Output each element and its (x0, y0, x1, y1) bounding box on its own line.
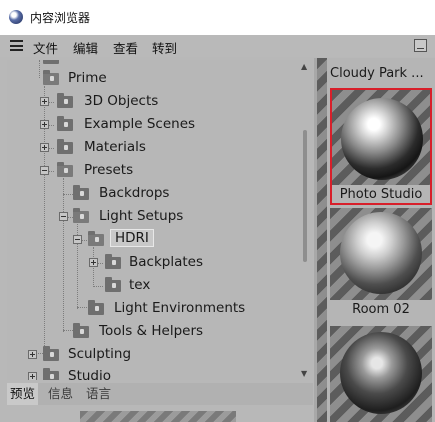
locked-folder-icon (57, 139, 73, 154)
tree-item-backdrops[interactable]: Backdrops (7, 183, 307, 205)
folder-open-icon (43, 70, 59, 85)
scroll-down-arrow-icon[interactable]: ▼ (301, 369, 307, 378)
locked-folder-icon (73, 208, 89, 223)
tree-item-label: 3D Objects (84, 93, 159, 109)
thumbnail-image (330, 326, 432, 422)
menu-file[interactable]: 文件 (33, 38, 58, 57)
tab-preview[interactable]: 预览 (7, 383, 39, 405)
thumbnail-photo-studio[interactable]: Photo Studio (330, 88, 432, 205)
collapse-icon[interactable] (40, 166, 49, 175)
tree-item-tex[interactable]: tex (7, 275, 307, 297)
folder-icon (43, 60, 59, 64)
expand-icon[interactable] (28, 372, 37, 380)
tree-item-studio[interactable]: Studio (7, 366, 307, 380)
folder-tree: Prime 3D Objects Example Scenes Material… (7, 60, 313, 380)
tree-item-label: Presets (84, 162, 134, 178)
menu-view[interactable]: 查看 (113, 38, 138, 57)
locked-folder-icon (88, 300, 104, 315)
thumbnail-image (330, 208, 432, 300)
tree-item-example-scenes[interactable]: Example Scenes (7, 114, 307, 136)
cinema4d-logo-icon (9, 10, 23, 24)
tree-item-light-setups[interactable]: Light Setups (7, 206, 307, 228)
tree-item-prime[interactable]: Prime (7, 68, 307, 90)
thumbnail-room-02[interactable]: Room 02 (330, 208, 432, 322)
tree-item-label: Studio (68, 368, 111, 380)
expand-icon[interactable] (40, 97, 49, 106)
tree-item-label: Materials (84, 139, 146, 155)
tree-item-3d-objects[interactable]: 3D Objects (7, 91, 307, 113)
locked-folder-icon (105, 254, 121, 269)
tree-item-label: tex (129, 277, 151, 293)
locked-folder-icon (88, 231, 104, 246)
tree-item-label: Prime (68, 70, 107, 86)
content-browser-window: 内容浏览器 文件 编辑 查看 转到 Prime 3D Objects Examp… (0, 0, 435, 422)
tree-item-label: Backplates (129, 254, 203, 270)
thumbnail-image: Photo Studio (332, 90, 430, 203)
tree-item-sculpting[interactable]: Sculpting (7, 344, 307, 366)
tree-item-materials[interactable]: Materials (7, 137, 307, 159)
minimize-panel-icon[interactable] (414, 39, 427, 52)
expand-icon[interactable] (89, 258, 98, 267)
locked-folder-icon (57, 116, 73, 131)
locked-folder-icon (57, 93, 73, 108)
preview-image (80, 411, 236, 422)
expand-icon[interactable] (40, 143, 49, 152)
tab-language[interactable]: 语言 (83, 383, 114, 405)
menu-bar: 文件 编辑 查看 转到 (0, 35, 435, 57)
locked-folder-icon (43, 368, 59, 380)
locked-folder-icon (57, 162, 73, 177)
bottom-tab-bar: 预览 信息 语言 (7, 383, 313, 405)
tree-item-label: Tools & Helpers (99, 323, 204, 339)
thumbnail-grid: Cloudy Park ... Photo Studio Room 02 (317, 58, 435, 422)
thumbnail-partial[interactable] (317, 58, 327, 422)
hamburger-icon[interactable] (10, 40, 23, 51)
tree-item-presets[interactable]: Presets (7, 160, 307, 182)
locked-folder-icon (43, 346, 59, 361)
hdri-sphere-preview (341, 98, 423, 180)
tree-scrollbar[interactable]: ▲ ▼ (300, 62, 310, 378)
menu-goto[interactable]: 转到 (152, 38, 177, 57)
locked-folder-icon (73, 185, 89, 200)
thumbnail-cloudy-park[interactable]: Cloudy Park ... (330, 58, 432, 84)
thumbnail-label: Photo Studio (339, 187, 423, 202)
tree-item-backplates[interactable]: Backplates (7, 252, 307, 274)
locked-folder-icon (105, 277, 121, 292)
tree-item-tools-helpers[interactable]: Tools & Helpers (7, 321, 307, 343)
title-bar: 内容浏览器 (0, 0, 435, 35)
locked-folder-icon (73, 323, 89, 338)
thumbnail-hdri[interactable] (330, 326, 432, 422)
hdri-sphere-preview (340, 332, 422, 414)
scrollbar-thumb[interactable] (303, 130, 307, 262)
scroll-up-arrow-icon[interactable]: ▲ (301, 62, 307, 71)
tree-item-label-selected: HDRI (110, 229, 154, 247)
thumbnail-label: Room 02 (352, 302, 410, 317)
tree-item-label: Light Environments (114, 300, 246, 316)
tab-info[interactable]: 信息 (45, 383, 76, 405)
tree-item-label: Light Setups (99, 208, 184, 224)
tree-item-label: Example Scenes (84, 116, 196, 132)
collapse-icon[interactable] (59, 212, 68, 221)
tree-item-hdri[interactable]: HDRI (7, 229, 307, 251)
expand-icon[interactable] (40, 120, 49, 129)
tree-item-light-environments[interactable]: Light Environments (7, 298, 307, 320)
tree-item-label: Backdrops (99, 185, 170, 201)
thumbnail-label: Cloudy Park ... (330, 66, 424, 81)
menu-edit[interactable]: 编辑 (73, 38, 98, 57)
window-title: 内容浏览器 (30, 11, 91, 25)
hdri-sphere-preview (340, 212, 422, 294)
tree-item-label: Sculpting (68, 346, 132, 362)
expand-icon[interactable] (28, 350, 37, 359)
collapse-icon[interactable] (73, 235, 82, 244)
